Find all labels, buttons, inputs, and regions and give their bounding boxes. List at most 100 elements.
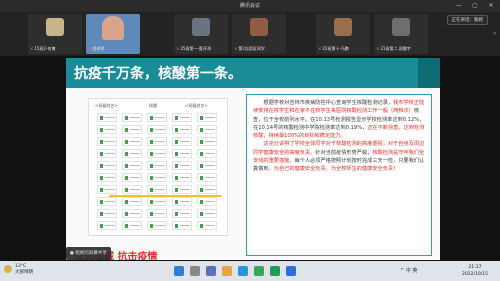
start-icon[interactable] [174,266,184,276]
maximize-button[interactable]: ▢ [468,0,482,12]
file-thumbnail-icon [172,173,192,182]
file-thumbnail-icon [172,209,192,218]
search-icon[interactable] [190,266,200,276]
file-explorer-icon[interactable] [222,266,232,276]
participant-tile[interactable]: ✕第2志愿区同学 [232,14,286,54]
weather-icon[interactable] [4,265,12,273]
mic-muted-icon: ✕ [30,46,34,51]
file-thumbnail-icon [172,185,192,194]
tencent-meeting-icon[interactable] [286,266,296,276]
file-thumbnail-icon [197,209,217,218]
system-tray[interactable]: ^ 中 英 [400,267,417,274]
file-thumbnail-icon [122,173,142,182]
taskbar: 13°C 大部晴朗 ^ 中 英 21:17 2022/10/15 [0,261,500,281]
file-thumbnail-icon [197,161,217,170]
doc-label: 核酸 [149,103,157,108]
avatar [46,18,64,36]
mic-muted-icon: ✕ [234,46,238,51]
avatar [102,16,124,40]
paragraph: 根据学校对吉林市疾病防控中心查询学生核酸检测记录，我市学校正陆续安排在校学生和在… [253,100,425,140]
task-view-icon[interactable] [206,266,216,276]
title-bar: 腾讯会议 — ▢ ✕ [0,0,500,12]
doc-file-row [97,137,221,146]
file-thumbnail-icon [172,197,192,206]
file-thumbnail-icon [97,125,117,134]
screen-share-area: 抗疫千万条，核酸第一条。 <班级姓名> 核酸 <班级姓名> 根据学校对吉林市疾病… [0,56,500,261]
file-thumbnail-icon [97,185,117,194]
doc-file-row [97,185,221,194]
file-thumbnail-icon [122,209,142,218]
participant-tile[interactable]: ✕25班第一-夏开鸿 [174,14,228,54]
file-thumbnail-icon [147,209,167,218]
file-thumbnail-icon [172,137,192,146]
file-thumbnail-icon [147,173,167,182]
mic-muted-icon: ✕ [88,46,92,51]
file-thumbnail-icon [97,173,117,182]
doc-file-row [97,221,221,230]
paragraph: 这充分说明了学校全体同学对于核酸检测的高度重视，对于自身及周边同学健康安全的高度… [253,141,425,173]
file-thumbnail-icon [172,221,192,230]
file-thumbnail-icon [97,221,117,230]
file-thumbnail-icon [97,197,117,206]
file-thumbnail-icon [172,149,192,158]
file-thumbnail-icon [197,113,217,122]
slide-title: 抗疫千万条，核酸第一条。 [74,66,242,82]
file-thumbnail-icon [122,161,142,170]
screen-share-badge[interactable]: ● 甄妮的屏幕共享 [66,247,111,260]
file-thumbnail-icon [197,173,217,182]
file-thumbnail-icon [197,185,217,194]
participant-name: 22班第十-马鹏 [322,46,349,51]
file-thumbnail-icon [122,221,142,230]
speaking-indicator: 正在讲话：甄妮 [446,15,488,25]
avatar [392,18,410,36]
participant-name: 21班第二.邵晨宇 [380,46,411,51]
file-thumbnail-icon [122,149,142,158]
participant-tile[interactable]: ✕22班第十-马鹏 [316,14,370,54]
avatar [334,18,352,36]
mic-muted-icon: ✕ [318,46,322,51]
highlight-line [109,195,221,197]
weather-desc: 大部晴朗 [15,270,33,275]
file-thumbnail-icon [147,161,167,170]
file-thumbnail-icon [97,149,117,158]
file-thumbnail-icon [97,137,117,146]
doc-file-row [97,149,221,158]
file-thumbnail-icon [172,161,192,170]
file-thumbnail-icon [147,137,167,146]
file-thumbnail-icon [122,197,142,206]
doc-file-row [97,125,221,134]
file-thumbnail-icon [197,221,217,230]
weather-temp: 13°C [15,264,27,269]
file-thumbnail-icon [147,197,167,206]
file-thumbnail-icon [122,185,142,194]
app-icon[interactable] [254,266,264,276]
file-thumbnail-icon [197,137,217,146]
wechat-icon[interactable] [270,266,280,276]
participant-tile-active[interactable]: ✕程老师 [86,14,140,54]
file-thumbnail-icon [122,125,142,134]
chevron-right-icon[interactable]: › [494,30,496,37]
participant-name: 15班2-何博 [34,46,56,51]
minimize-button[interactable]: — [452,0,466,12]
slide-header: 抗疫千万条，核酸第一条。 [66,58,440,88]
file-thumbnail-icon [147,149,167,158]
close-button[interactable]: ✕ [484,0,498,12]
file-thumbnail-icon [147,125,167,134]
clock[interactable]: 21:17 2022/10/15 [462,264,488,278]
mic-muted-icon: ✕ [176,46,180,51]
file-thumbnail-icon [147,185,167,194]
file-thumbnail-icon [122,137,142,146]
participant-tile[interactable]: ✕15班2-何博 [28,14,82,54]
file-thumbnail-icon [172,125,192,134]
edge-icon[interactable] [238,266,248,276]
doc-file-row [97,161,221,170]
doc-file-row [97,113,221,122]
doc-label: <班级姓名> [95,103,118,108]
file-thumbnail-icon [197,149,217,158]
file-thumbnail-icon [97,113,117,122]
weather-widget[interactable]: 13°C 大部晴朗 [15,264,33,276]
participant-tile[interactable]: ✕21班第二.邵晨宇 [374,14,428,54]
file-thumbnail-icon [172,113,192,122]
file-thumbnail-icon [97,161,117,170]
avatar [192,18,210,36]
